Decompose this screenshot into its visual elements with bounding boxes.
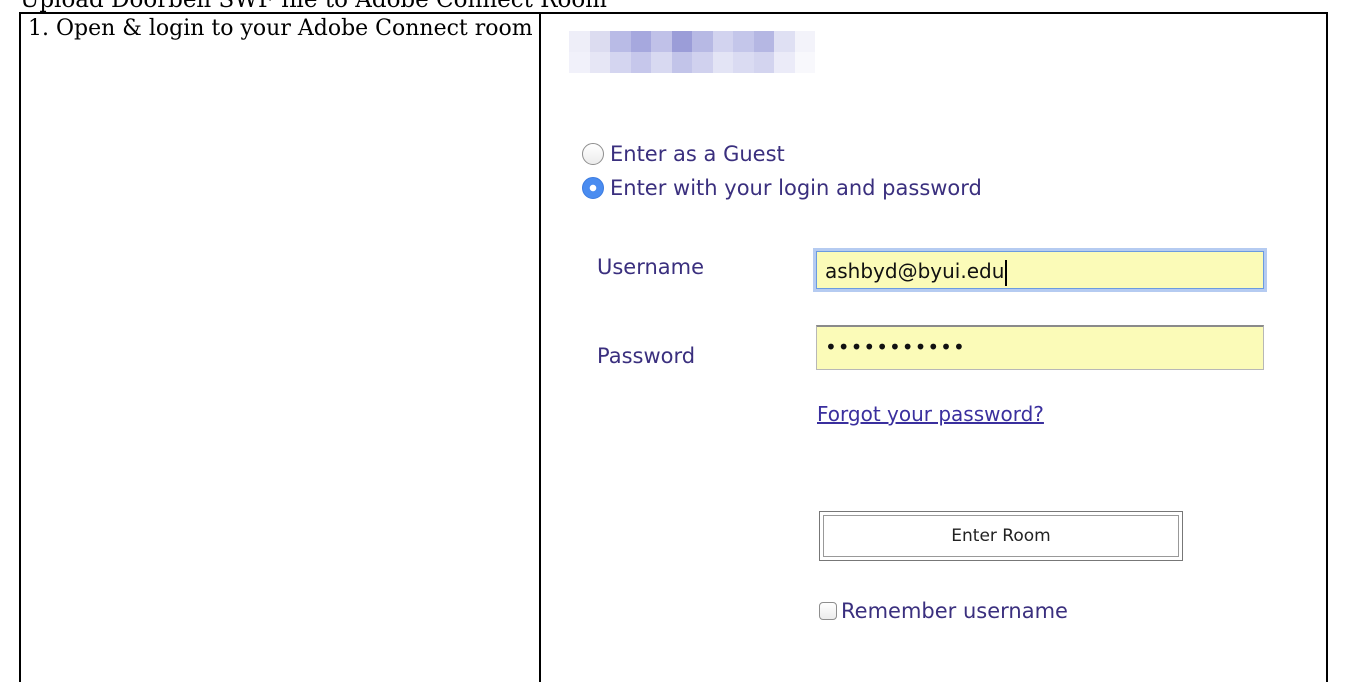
- guest-option[interactable]: Enter as a Guest: [582, 142, 785, 166]
- table-column-divider: [539, 12, 541, 682]
- enter-room-button[interactable]: Enter Room: [819, 511, 1183, 561]
- username-label: Username: [597, 255, 705, 279]
- password-input[interactable]: •••••••••••: [816, 325, 1264, 370]
- guest-option-label: Enter as a Guest: [610, 142, 785, 166]
- enter-room-label: Enter Room: [823, 515, 1179, 557]
- step-instruction: 1. Open & login to your Adobe Connect ro…: [28, 16, 533, 41]
- document-page: Upload Doorbell SWF file to Adobe Connec…: [0, 0, 1348, 682]
- password-mask: •••••••••••: [825, 335, 966, 359]
- text-cursor: [1005, 259, 1007, 286]
- member-option[interactable]: Enter with your login and password: [582, 176, 982, 200]
- member-radio-button[interactable]: [582, 177, 604, 199]
- remember-username-option[interactable]: Remember username: [819, 599, 1068, 623]
- login-screenshot: Enter as a Guest Enter with your login a…: [545, 14, 1325, 682]
- pixelated-logo-image: [569, 31, 815, 73]
- password-label: Password: [597, 344, 696, 368]
- forgot-password-link[interactable]: Forgot your password?: [817, 402, 1044, 426]
- remember-username-checkbox[interactable]: [819, 602, 837, 620]
- remember-username-label: Remember username: [841, 599, 1068, 623]
- username-value: ashbyd@byui.edu: [825, 259, 1005, 283]
- guest-radio-button[interactable]: [582, 143, 604, 165]
- username-input[interactable]: ashbyd@byui.edu: [816, 251, 1264, 289]
- member-option-label: Enter with your login and password: [610, 176, 982, 200]
